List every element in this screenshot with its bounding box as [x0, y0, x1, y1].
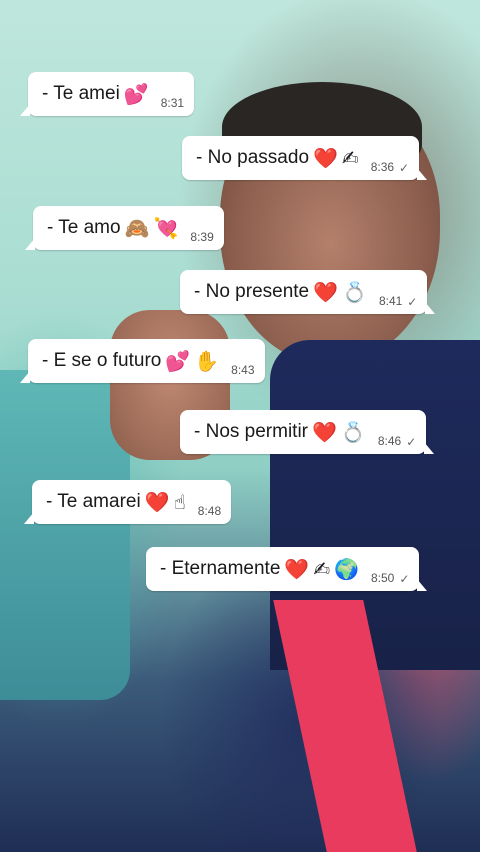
heart-emoji-icon: ❤️ — [284, 557, 310, 581]
message-bubble-outgoing: - No passado ❤️ ✍ 8:36 ✓ — [182, 136, 428, 180]
message-time: 8:36 — [370, 160, 395, 174]
sent-check-icon: ✓ — [406, 435, 417, 449]
message-bubble-outgoing: - No presente ❤️ 💍 8:41 ✓ — [180, 270, 436, 314]
message-time: 8:50 — [370, 571, 395, 585]
message-bubble-incoming: - Te amo 🙈 💘 8:39 — [25, 206, 224, 250]
message-text: - No presente — [194, 281, 310, 302]
message-text: - Eternamente — [160, 558, 281, 579]
message-time: 8:41 — [378, 294, 403, 308]
heart-emoji-icon: ❤️ — [144, 490, 170, 514]
message-time: 8:39 — [190, 230, 214, 244]
message-text: - Te amarei — [46, 491, 141, 512]
message-text: - E se o futuro — [42, 350, 162, 371]
message-text: - Te amo — [47, 217, 121, 238]
heart-emoji-icon: ❤️ — [313, 280, 339, 304]
pointing-up-emoji-icon: ☝ — [173, 490, 186, 514]
message-bubble-outgoing: - Nos permitir ❤️ 💍 8:46 ✓ — [180, 410, 435, 454]
message-text: - Te amei — [42, 83, 120, 104]
ring-emoji-icon: 💍 — [340, 420, 366, 444]
heart-emoji-icon: ❤️ — [313, 146, 338, 170]
message-bubble-incoming: - Te amei 💕 8:31 — [19, 72, 195, 116]
message-time: 8:43 — [231, 363, 255, 377]
message-time: 8:48 — [197, 504, 222, 518]
see-no-evil-monkey-emoji-icon: 🙈 — [124, 216, 150, 240]
hearts-emoji-icon: 💕 — [123, 82, 149, 106]
message-time: 8:46 — [377, 434, 402, 448]
heart-emoji-icon: ❤️ — [312, 420, 337, 444]
message-text: - Nos permitir — [194, 421, 309, 442]
globe-emoji-icon: 🌍 — [334, 557, 359, 581]
message-bubble-incoming: - Te amarei ❤️ ☝ 8:48 — [23, 480, 232, 524]
writing-pen-emoji-icon: ✍ — [341, 146, 359, 170]
message-text: - No passado — [196, 147, 310, 168]
sent-check-icon: ✓ — [399, 572, 410, 586]
writing-pen-emoji-icon: ✍ — [313, 557, 331, 581]
sent-check-icon: ✓ — [407, 295, 418, 309]
message-bubble-outgoing: - Eternamente ❤️ ✍ 🌍 8:50 ✓ — [146, 547, 428, 591]
sent-check-icon: ✓ — [399, 161, 410, 175]
raised-hand-emoji-icon: ✋ — [194, 349, 220, 373]
heart-arrow-emoji-icon: 💘 — [153, 216, 179, 240]
message-time: 8:31 — [160, 96, 185, 110]
message-bubble-incoming: - E se o futuro 💕 ✋ 8:43 — [20, 339, 265, 383]
hearts-emoji-icon: 💕 — [165, 349, 191, 373]
ring-emoji-icon: 💍 — [342, 280, 367, 304]
